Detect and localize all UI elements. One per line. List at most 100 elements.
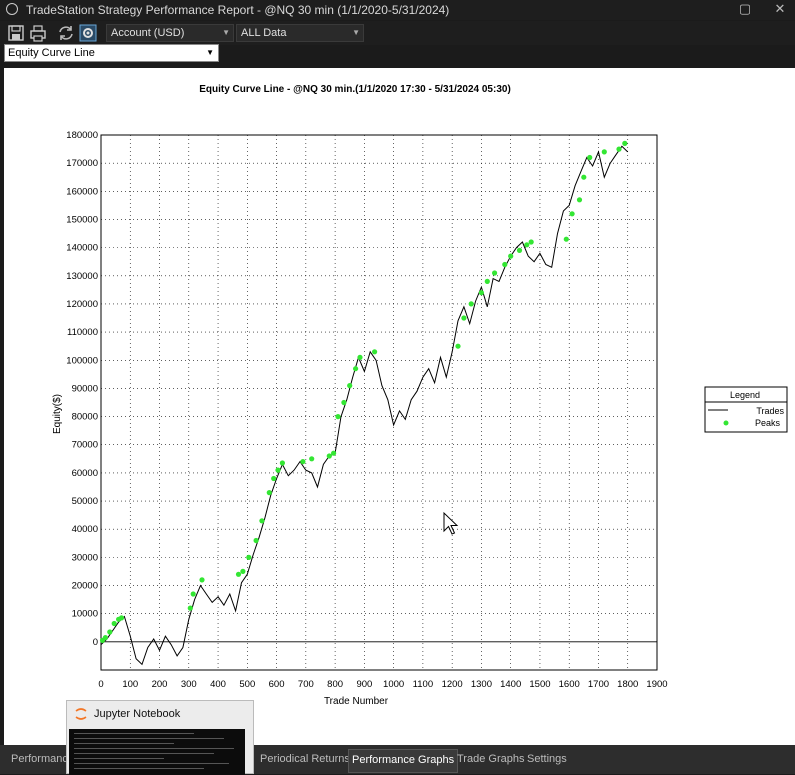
toolbar: Account (USD) ▼ ALL Data ▼ [0,21,795,45]
peak-point [353,366,359,372]
tab-settings[interactable]: Settings [524,749,570,771]
y-tick-label: 0 [93,637,98,648]
x-tick-label: 500 [239,679,255,690]
close-icon[interactable]: ✕ [765,1,795,17]
y-tick-label: 120000 [66,299,98,310]
peak-point [569,211,575,217]
x-tick-label: 900 [356,679,372,690]
legend-peaks-label: Peaks [755,418,781,428]
x-tick-label: 1300 [471,679,492,690]
equity-curve-chart: Equity Curve Line - @NQ 30 min.(1/1/2020… [52,84,788,707]
x-tick-label: 800 [327,679,343,690]
peak-points [99,140,628,644]
peak-point [300,459,306,465]
peak-point [190,591,196,597]
peak-point [461,315,467,321]
peak-point [455,343,461,349]
x-tick-label: 100 [122,679,138,690]
peak-point [524,242,530,248]
peak-point [357,354,363,360]
peak-point [516,247,523,253]
peak-point [199,577,205,583]
peak-point [271,475,277,482]
peak-point [502,261,508,268]
peak-point [341,399,347,406]
peak-point [528,239,534,245]
peak-point [616,146,622,152]
y-tick-label: 150000 [66,214,98,225]
peak-point [372,349,378,355]
minimize-icon[interactable]: ▢ [730,1,760,17]
peak-point [335,414,341,420]
account-select-value: Account (USD) [111,27,185,39]
peak-point [326,453,332,459]
peak-point [309,456,315,462]
jupyter-preview-popup[interactable]: Jupyter Notebook [66,700,254,775]
y-tick-label: 130000 [66,271,98,282]
peak-point [492,270,498,276]
x-tick-label: 600 [269,679,285,690]
graph-type-select[interactable]: Equity Curve Line ▼ [4,44,219,62]
x-tick-label: 1000 [383,679,404,690]
x-tick-label: 1100 [413,679,433,690]
peak-point [246,554,252,560]
peak-point [240,568,246,574]
peak-point [235,571,242,577]
peak-point [601,149,607,155]
y-tick-label: 40000 [72,524,98,535]
peak-point [279,460,285,466]
y-tick-label: 160000 [66,186,98,197]
tab-trade-graphs[interactable]: Trade Graphs [454,749,527,771]
peak-point [347,383,353,389]
trades-line [100,145,629,666]
x-tick-label: 1900 [646,679,667,690]
y-tick-label: 100000 [66,355,98,366]
jupyter-preview-title: Jupyter Notebook [94,708,181,720]
tab-performance-graphs[interactable]: Performance Graphs [348,749,459,773]
y-tick-label: 70000 [72,440,98,451]
tab-periodical-returns[interactable]: Periodical Returns [257,749,353,771]
print-icon[interactable] [28,23,48,43]
mouse-cursor-icon [443,511,459,535]
y-tick-label: 10000 [72,609,98,620]
window-title: TradeStation Strategy Performance Report… [26,3,450,17]
chart-title: Equity Curve Line - @NQ 30 min.(1/1/2020… [199,84,511,95]
peak-point [484,278,490,284]
y-tick-label: 30000 [72,552,98,563]
chart-panel: Equity Curve Line - @NQ 30 min.(1/1/2020… [4,68,795,745]
peak-point [259,518,265,524]
y-axis-label: Equity($) [52,394,63,434]
peak-point [187,605,193,611]
settings-icon[interactable] [78,23,98,43]
x-tick-label: 400 [210,679,226,690]
chevron-down-icon: ▼ [222,28,230,37]
y-tick-label: 140000 [66,243,98,254]
peak-point [331,450,337,456]
y-tick-label: 80000 [72,412,98,423]
x-axis-label: Trade Number [324,696,389,707]
chevron-down-icon: ▼ [352,28,360,37]
peak-point [111,620,117,627]
save-icon[interactable] [6,23,26,43]
peak-point [468,301,474,307]
x-tick-label: 1600 [559,679,580,690]
y-tick-label: 60000 [72,468,98,479]
refresh-icon[interactable] [56,23,76,43]
x-tick-label: 200 [152,679,168,690]
y-tick-label: 170000 [66,158,98,169]
y-tick-label: 50000 [72,496,98,507]
tick-labels: 0 100 200 300 400 500 600 700 800 900 1000 1100 1200… [66,130,667,690]
peak-point [118,615,125,621]
range-select[interactable]: ALL Data ▼ [236,24,364,42]
x-tick-label: 1800 [617,679,638,690]
peak-point [508,253,514,259]
legend: Legend Trades Peaks [704,386,788,433]
y-tick-label: 110000 [67,327,98,338]
x-tick-label: 1200 [442,679,463,690]
jupyter-icon [75,708,87,720]
range-select-value: ALL Data [241,27,287,39]
peak-point [587,154,593,161]
x-tick-label: 300 [181,679,197,690]
account-select[interactable]: Account (USD) ▼ [106,24,234,42]
graph-type-value: Equity Curve Line [8,47,95,59]
